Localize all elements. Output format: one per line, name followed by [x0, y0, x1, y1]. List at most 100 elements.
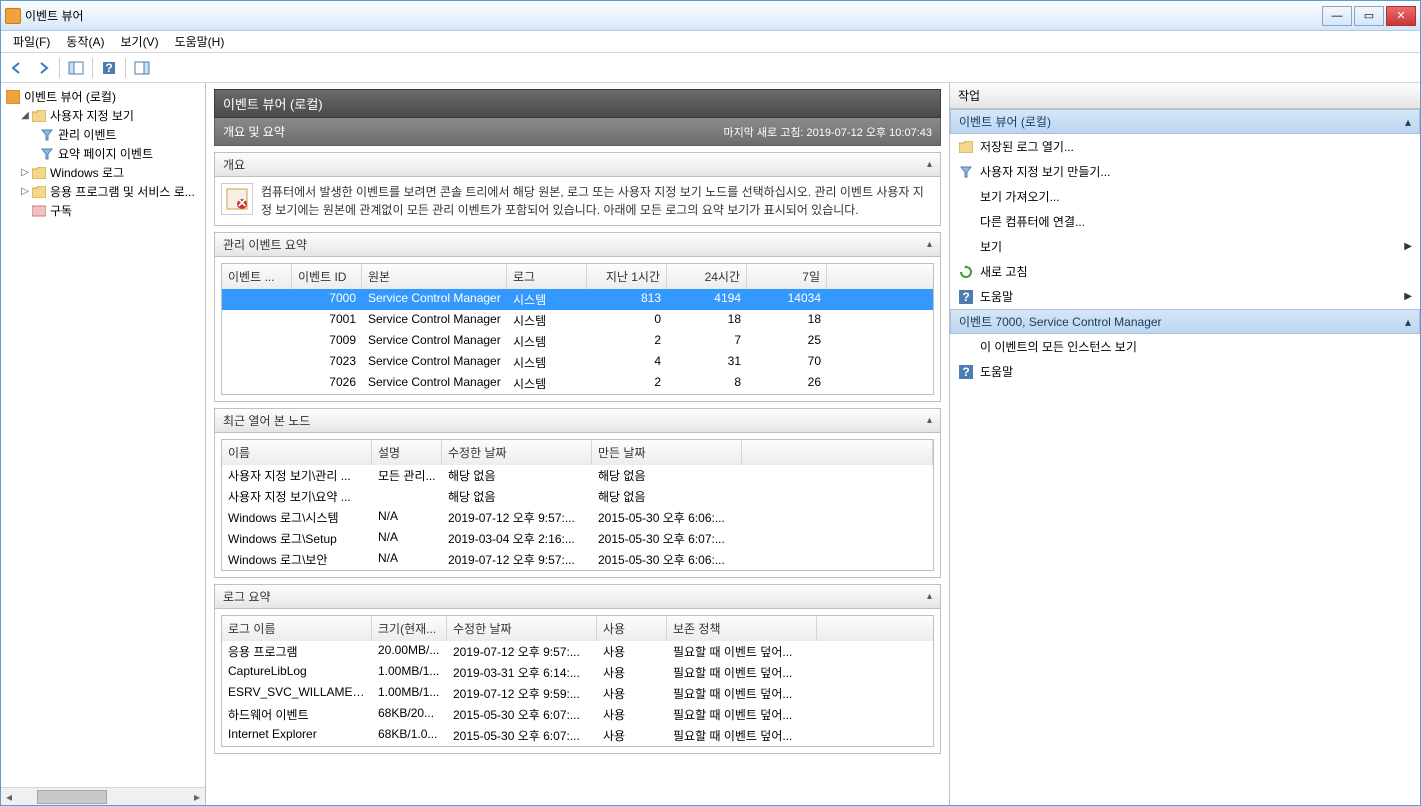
table-row[interactable]: 사용자 지정 보기\관리 ...모든 관리...해당 없음해당 없음: [222, 465, 933, 486]
tree-summary-page-events-label: 요약 페이지 이벤트: [58, 145, 153, 162]
menu-help[interactable]: 도움말(H): [167, 31, 233, 52]
admin-summary-header-label: 관리 이벤트 요약: [223, 236, 307, 253]
action-connect-other[interactable]: 다른 컴퓨터에 연결...: [950, 209, 1420, 234]
col-24hour[interactable]: 24시간: [667, 264, 747, 289]
action-label: 저장된 로그 열기...: [980, 138, 1074, 155]
col-enabled[interactable]: 사용: [597, 616, 667, 641]
table-row[interactable]: Internet Explorer68KB/1.0...2015-05-30 오…: [222, 725, 933, 746]
tree-windows-logs[interactable]: ▷ Windows 로그: [3, 163, 204, 182]
tree-custom-views[interactable]: ◢ 사용자 지정 보기: [3, 106, 204, 125]
recent-header-label: 최근 열어 본 노드: [223, 412, 310, 429]
collapse-icon: ▴: [1405, 315, 1411, 329]
table-row[interactable]: Windows 로그\보안N/A2019-07-12 오후 9:57:...20…: [222, 549, 933, 570]
col-log-name[interactable]: 로그 이름: [222, 616, 372, 641]
log-summary-header[interactable]: 로그 요약 ▴: [215, 585, 940, 609]
table-header[interactable]: 로그 이름 크기(현재... 수정한 날짜 사용 보존 정책: [222, 616, 933, 641]
table-header[interactable]: 이벤트 ... 이벤트 ID 원본 로그 지난 1시간 24시간 7일: [222, 264, 933, 289]
center-subtitle-bar: 개요 및 요약 마지막 새로 고침: 2019-07-12 오후 10:07:4…: [214, 118, 941, 146]
svg-text:✕: ✕: [237, 196, 247, 210]
menu-file[interactable]: 파일(F): [5, 31, 58, 52]
table-row[interactable]: 7009Service Control Manager시스템2725: [222, 331, 933, 352]
actions-group-event[interactable]: 이벤트 7000, Service Control Manager ▴: [950, 309, 1420, 334]
table-row[interactable]: 사용자 지정 보기\요약 ...해당 없음해당 없음: [222, 486, 933, 507]
overview-header-label: 개요: [223, 156, 245, 173]
expand-icon[interactable]: ▷: [19, 186, 31, 197]
action-view-all-instances[interactable]: 이 이벤트의 모든 인스턴스 보기: [950, 334, 1420, 359]
col-event-id[interactable]: 이벤트 ID: [292, 264, 362, 289]
action-view[interactable]: 보기 ▶: [950, 234, 1420, 259]
col-1hour[interactable]: 지난 1시간: [587, 264, 667, 289]
eventviewer-icon: [5, 89, 21, 105]
collapse-icon: ▴: [927, 591, 932, 602]
col-source[interactable]: 원본: [362, 264, 507, 289]
collapse-icon: ▴: [927, 415, 932, 426]
actions-group-label: 이벤트 7000, Service Control Manager: [959, 313, 1162, 330]
action-refresh[interactable]: 새로 고침: [950, 259, 1420, 284]
forward-button[interactable]: [31, 56, 55, 80]
col-7day[interactable]: 7일: [747, 264, 827, 289]
col-name[interactable]: 이름: [222, 440, 372, 465]
show-hide-actions-button[interactable]: [130, 56, 154, 80]
tree-root[interactable]: 이벤트 뷰어 (로컬): [3, 87, 204, 106]
last-refresh: 마지막 새로 고침: 2019-07-12 오후 10:07:43: [723, 124, 932, 140]
table-row[interactable]: 7001Service Control Manager시스템01818: [222, 310, 933, 331]
submenu-arrow-icon: ▶: [1404, 291, 1412, 302]
action-import-view[interactable]: 보기 가져오기...: [950, 184, 1420, 209]
tree-summary-page-events[interactable]: 요약 페이지 이벤트: [3, 144, 204, 163]
expand-icon[interactable]: ▷: [19, 167, 31, 178]
admin-summary-section: 관리 이벤트 요약 ▴ 이벤트 ... 이벤트 ID 원본 로그 지난 1시간 …: [214, 232, 941, 402]
table-row[interactable]: 7023Service Control Manager시스템43170: [222, 352, 933, 373]
col-size[interactable]: 크기(현재...: [372, 616, 447, 641]
tree-pane[interactable]: 이벤트 뷰어 (로컬) ◢ 사용자 지정 보기 관리 이벤트 요약 페이지 이벤…: [1, 83, 206, 787]
titlebar: 이벤트 뷰어 — ▭ ✕: [1, 1, 1420, 31]
menu-action[interactable]: 동작(A): [58, 31, 112, 52]
table-row[interactable]: 7000Service Control Manager시스템8134194140…: [222, 289, 933, 310]
minimize-button[interactable]: —: [1322, 6, 1352, 26]
tree-hscrollbar[interactable]: ◂ ▸: [1, 787, 205, 805]
show-hide-tree-button[interactable]: [64, 56, 88, 80]
table-row[interactable]: ESRV_SVC_WILLAMETTE1.00MB/1...2019-07-12…: [222, 683, 933, 704]
tree-custom-views-label: 사용자 지정 보기: [50, 107, 134, 124]
recent-header[interactable]: 최근 열어 본 노드 ▴: [215, 409, 940, 433]
tree-subscriptions[interactable]: 구독: [3, 201, 204, 220]
menu-view[interactable]: 보기(V): [112, 31, 166, 52]
filter-icon: [39, 127, 55, 143]
action-create-custom-view[interactable]: 사용자 지정 보기 만들기...: [950, 159, 1420, 184]
col-created[interactable]: 만든 날짜: [592, 440, 742, 465]
tree-admin-events[interactable]: 관리 이벤트: [3, 125, 204, 144]
overview-section: 개요 ▴ ✕ 컴퓨터에서 발생한 이벤트를 보려면 콘솔 트리에서 해당 원본,…: [214, 152, 941, 226]
help-button[interactable]: ?: [97, 56, 121, 80]
collapse-icon[interactable]: ◢: [19, 110, 31, 121]
table-row[interactable]: 7026Service Control Manager시스템2826: [222, 373, 933, 394]
table-row[interactable]: Windows 로그\시스템N/A2019-07-12 오후 9:57:...2…: [222, 507, 933, 528]
action-label: 사용자 지정 보기 만들기...: [980, 163, 1110, 180]
col-retention[interactable]: 보존 정책: [667, 616, 817, 641]
table-row[interactable]: 하드웨어 이벤트68KB/20...2015-05-30 오후 6:07:...…: [222, 704, 933, 725]
folder-icon: [31, 184, 47, 200]
admin-summary-header[interactable]: 관리 이벤트 요약 ▴: [215, 233, 940, 257]
overview-header[interactable]: 개요 ▴: [215, 153, 940, 177]
col-event-type[interactable]: 이벤트 ...: [222, 264, 292, 289]
table-header[interactable]: 이름 설명 수정한 날짜 만든 날짜: [222, 440, 933, 465]
col-desc[interactable]: 설명: [372, 440, 442, 465]
actions-title: 작업: [950, 83, 1420, 109]
folder-icon: [31, 165, 47, 181]
action-help[interactable]: ? 도움말 ▶: [950, 284, 1420, 309]
window-title: 이벤트 뷰어: [25, 7, 1320, 24]
maximize-button[interactable]: ▭: [1354, 6, 1384, 26]
actions-group-local[interactable]: 이벤트 뷰어 (로컬) ▴: [950, 109, 1420, 134]
close-button[interactable]: ✕: [1386, 6, 1416, 26]
subscription-icon: [31, 203, 47, 219]
svg-text:?: ?: [962, 290, 969, 304]
tree-app-service-logs[interactable]: ▷ 응용 프로그램 및 서비스 로...: [3, 182, 204, 201]
table-row[interactable]: 응용 프로그램20.00MB/...2019-07-12 오후 9:57:...…: [222, 641, 933, 662]
table-row[interactable]: CaptureLibLog1.00MB/1...2019-03-31 오후 6:…: [222, 662, 933, 683]
table-row[interactable]: Windows 로그\SetupN/A2019-03-04 오후 2:16:..…: [222, 528, 933, 549]
collapse-icon: ▴: [927, 159, 932, 170]
back-button[interactable]: [5, 56, 29, 80]
col-log[interactable]: 로그: [507, 264, 587, 289]
col-modified[interactable]: 수정한 날짜: [447, 616, 597, 641]
action-open-saved-log[interactable]: 저장된 로그 열기...: [950, 134, 1420, 159]
col-modified[interactable]: 수정한 날짜: [442, 440, 592, 465]
action-help-2[interactable]: ? 도움말: [950, 359, 1420, 384]
